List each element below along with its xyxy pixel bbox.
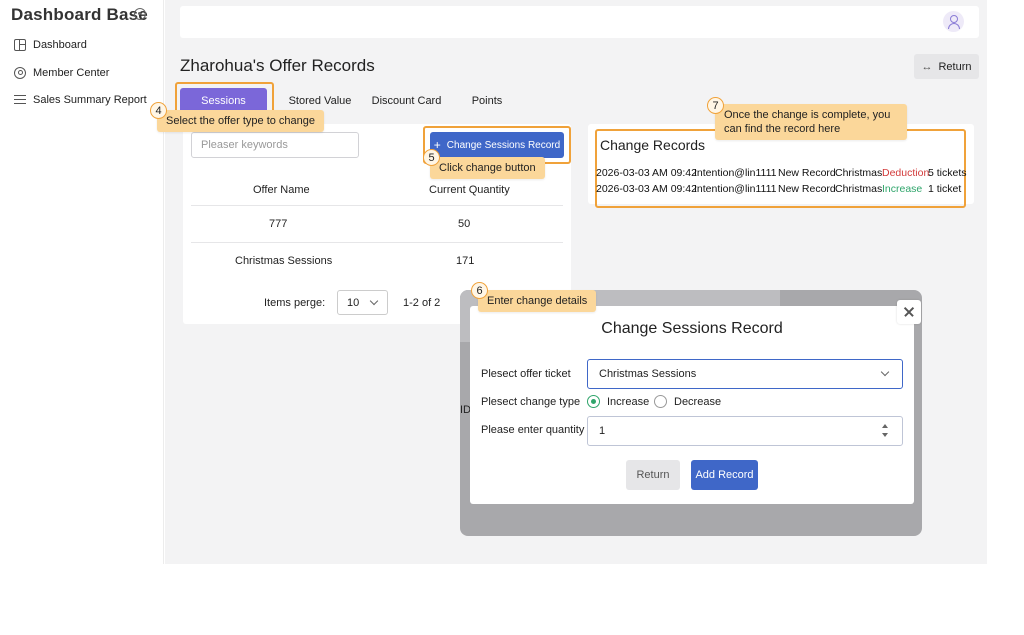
sidebar-item-dashboard[interactable]: Dashboard — [14, 39, 87, 51]
record-offer: Christmas — [835, 183, 883, 195]
table-divider — [191, 242, 563, 243]
chevron-down-icon — [880, 367, 890, 377]
collapse-toggle-icon[interactable] — [134, 8, 146, 20]
list-icon — [14, 94, 26, 106]
record-action: New Record — [778, 167, 836, 179]
record-amount: 5 tickets — [928, 167, 967, 179]
table-cell-offer-name: 777 — [269, 218, 288, 230]
radio-increase-label: Increase — [607, 396, 650, 408]
column-header-offer-name: Offer Name — [253, 184, 310, 196]
tab-points[interactable]: Points — [462, 88, 512, 113]
tab-discount-card[interactable]: Discount Card — [367, 88, 446, 113]
record-datetime: 2026-03-03 AM 09:42 — [596, 183, 697, 195]
avatar-icon[interactable] — [943, 11, 964, 32]
record-amount: 1 ticket — [928, 183, 962, 195]
page-size-value: 10 — [347, 296, 360, 309]
radio-decrease-label: Decrease — [674, 396, 722, 408]
record-datetime: 2026-03-03 AM 09:42 — [596, 167, 697, 179]
quantity-label: Please enter quantity — [481, 424, 585, 436]
table-cell-quantity: 171 — [456, 255, 475, 267]
step-badge-6: 6 — [471, 282, 488, 299]
table-cell-offer-name: Christmas Sessions — [235, 255, 333, 267]
step-badge-7: 7 — [707, 97, 724, 114]
step-badge-4: 4 — [150, 102, 167, 119]
offer-ticket-value: Christmas Sessions — [599, 368, 697, 380]
spinner-arrows-icon[interactable] — [880, 423, 890, 439]
dashboard-icon — [14, 39, 26, 51]
top-bar — [180, 6, 979, 38]
record-user: Intention@lin1111 — [694, 183, 777, 195]
record-action: New Record — [778, 183, 836, 195]
page-size-select[interactable]: 10 — [337, 290, 388, 315]
return-button-label: Return — [938, 60, 972, 73]
add-record-button[interactable]: Add Record — [691, 460, 758, 490]
record-type-increase: Increase — [882, 183, 923, 195]
change-type-label: Plesect change type — [481, 396, 581, 408]
return-button[interactable]: ↔ Return — [914, 54, 979, 79]
record-offer: Christmas — [835, 167, 883, 179]
radio-increase[interactable] — [587, 395, 600, 408]
offer-ticket-select[interactable]: Christmas Sessions — [587, 359, 903, 389]
pagination-range: 1-2 of 2 — [403, 297, 441, 309]
modal-return-button[interactable]: Return — [626, 460, 680, 490]
callout-select-offer-type: Select the offer type to change — [157, 110, 325, 132]
change-button-label: Change Sessions Record — [446, 139, 561, 151]
quantity-value: 1 — [599, 425, 606, 437]
table-divider — [191, 205, 563, 206]
radio-decrease[interactable] — [654, 395, 667, 408]
user-circle-icon — [14, 67, 26, 79]
callout-click-change-button: Click change button — [430, 157, 545, 179]
sidebar-item-sales-summary-report[interactable]: Sales Summary Report — [14, 94, 147, 106]
modal-title: Change Sessions Record — [601, 320, 783, 337]
callout-enter-change-details: Enter change details — [478, 290, 597, 312]
page-title: Zharohua's Offer Records — [180, 56, 375, 75]
quantity-stepper[interactable]: 1 — [587, 416, 903, 446]
sidebar-item-member-center[interactable]: Member Center — [14, 67, 109, 79]
app-title: Dashboard Base — [11, 5, 148, 24]
close-icon[interactable] — [897, 300, 921, 324]
chevron-down-icon — [369, 296, 379, 306]
callout-find-record-here: Once the change is complete, you can fin… — [715, 104, 907, 140]
offer-ticket-label: Plesect offer ticket — [481, 368, 571, 380]
items-per-page-label: Items perge: — [264, 297, 326, 309]
record-type-deduction: Deduction — [882, 167, 930, 179]
arrow-left-right-icon: ↔ — [921, 60, 933, 73]
sidebar-item-label: Member Center — [33, 67, 110, 79]
change-records-title: Change Records — [600, 137, 706, 153]
step-badge-5: 5 — [423, 149, 440, 166]
column-header-current-quantity: Current Quantity — [429, 184, 510, 196]
app-root: Dashboard Base Dashboard Member Center S… — [0, 0, 1024, 635]
change-sessions-record-button[interactable]: + Change Sessions Record — [430, 132, 564, 158]
sidebar: Dashboard Base Dashboard Member Center S… — [0, 0, 164, 564]
sidebar-item-label: Dashboard — [33, 39, 87, 51]
sidebar-item-label: Sales Summary Report — [33, 94, 147, 106]
search-input[interactable]: Pleaser keywords — [191, 132, 359, 158]
table-cell-quantity: 50 — [458, 218, 471, 230]
record-user: Intention@lin1111 — [694, 167, 777, 179]
